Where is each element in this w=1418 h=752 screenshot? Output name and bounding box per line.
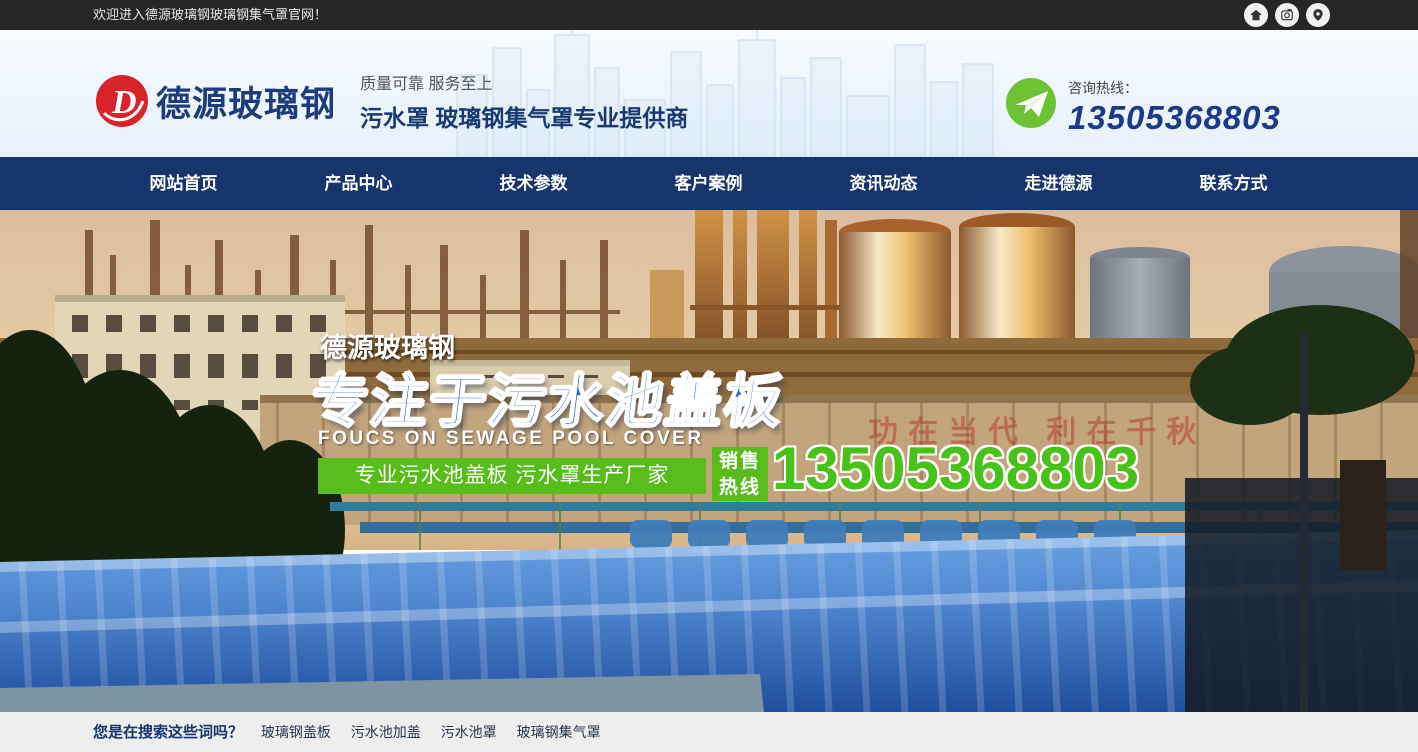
- hero-hotline-number: 13505368803: [772, 434, 1139, 503]
- hero-subheadline: FOUCS ON SEWAGE POOL COVER: [318, 428, 704, 450]
- home-icon[interactable]: [1244, 3, 1268, 27]
- slogan-line1: 质量可靠 服务至上: [360, 70, 688, 94]
- hero-banner[interactable]: 功在当代 利在千秋: [0, 210, 1418, 712]
- slogan-line2: 污水罩 玻璃钢集气罩专业提供商: [360, 99, 688, 133]
- nav-item-home[interactable]: 网站首页: [96, 157, 271, 210]
- keyword-link-2[interactable]: 污水池加盖: [351, 724, 421, 740]
- keyword-link-4[interactable]: 玻璃钢集气罩: [517, 724, 601, 740]
- nav-item-contact[interactable]: 联系方式: [1146, 157, 1321, 210]
- hotline-number: 13505368803: [1068, 99, 1281, 137]
- instagram-icon[interactable]: [1275, 3, 1299, 27]
- hero-headline: 专注于污水池盖板: [307, 356, 789, 438]
- nav-item-specs[interactable]: 技术参数: [446, 157, 621, 210]
- topbar-social-icons: [1244, 3, 1330, 27]
- logo[interactable]: D 德源玻璃钢: [96, 75, 336, 127]
- keyword-link-3[interactable]: 污水池罩: [441, 724, 497, 740]
- search-hint-label: 您是在搜索这些词吗？: [93, 724, 243, 741]
- location-icon[interactable]: [1306, 3, 1330, 27]
- topbar: 欢迎进入德源玻璃钢玻璃钢集气罩官网！: [0, 0, 1418, 30]
- header-hotline: 咨询热线： 13505368803: [1006, 78, 1281, 137]
- search-bar: 您是在搜索这些词吗？ 玻璃钢盖板 污水池加盖 污水池罩 玻璃钢集气罩 搜索: [0, 712, 1418, 752]
- page: 欢迎进入德源玻璃钢玻璃钢集气罩官网！ D: [0, 0, 1418, 752]
- hero-slogan-button: 专业污水池盖板 污水罩生产厂家: [318, 458, 706, 494]
- logo-text: 德源玻璃钢: [156, 76, 336, 127]
- nav-item-news[interactable]: 资讯动态: [796, 157, 971, 210]
- badge-line2: 热线: [712, 475, 768, 501]
- hotline-label: 咨询热线：: [1068, 78, 1281, 98]
- nav-item-products[interactable]: 产品中心: [271, 157, 446, 210]
- header-slogan: 质量可靠 服务至上 污水罩 玻璃钢集气罩专业提供商: [360, 70, 688, 133]
- keyword-link-1[interactable]: 玻璃钢盖板: [261, 724, 331, 740]
- welcome-text: 欢迎进入德源玻璃钢玻璃钢集气罩官网！: [93, 0, 327, 30]
- logo-icon: D: [96, 75, 148, 127]
- header: D 德源玻璃钢 质量可靠 服务至上 污水罩 玻璃钢集气罩专业提供商 咨询热线： …: [0, 30, 1418, 157]
- paper-plane-icon: [1006, 78, 1056, 128]
- hero-photo: 功在当代 利在千秋: [0, 210, 1418, 712]
- badge-line1: 销售: [712, 449, 768, 475]
- main-nav: 网站首页 产品中心 技术参数 客户案例 资讯动态 走进德源 联系方式: [0, 157, 1418, 210]
- nav-item-cases[interactable]: 客户案例: [621, 157, 796, 210]
- hero-hotline-badge: 销售 热线: [712, 447, 768, 501]
- nav-item-about[interactable]: 走进德源: [971, 157, 1146, 210]
- nav-list: 网站首页 产品中心 技术参数 客户案例 资讯动态 走进德源 联系方式: [96, 157, 1321, 210]
